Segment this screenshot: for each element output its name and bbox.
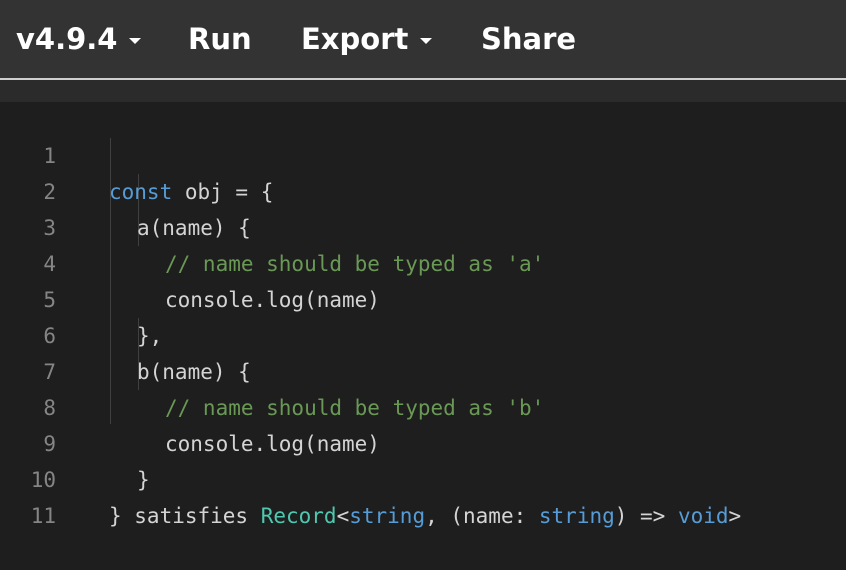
code-text: ) => [614,504,678,528]
code-text: , (name: [425,504,539,528]
type-keyword-token: void [677,504,729,528]
chevron-down-icon [420,38,433,44]
toolbar: v4.9.4 Run Export Share [0,0,846,80]
code-editor[interactable]: 1 const obj = { 2 a(name) { 3 // name sh… [0,102,846,528]
code-line-3: 3 // name should be typed as 'a' [0,174,846,276]
code-text: } satisfies [109,504,261,528]
code-line-4: 4 console.log(name) [0,210,846,312]
code-line-2: 2 a(name) { [0,138,846,240]
type-keyword-token: string [538,504,615,528]
version-label: v4.9.4 [16,22,118,56]
line-number: 11 [30,504,56,528]
code-line-8: 8 console.log(name) [0,354,846,456]
code-line-7: 7 // name should be typed as 'b' [0,318,846,420]
code-line-9: 9 } [0,390,846,492]
code-line-11: 11 [0,462,846,528]
editor-top-band [0,80,846,102]
export-label: Export [301,22,409,56]
run-label: Run [188,22,252,56]
code-text: > [728,504,742,528]
chevron-down-icon [129,38,142,44]
export-dropdown[interactable]: Export [301,0,433,78]
code-line-5: 5 }, [0,246,846,348]
code-line-10: 10 } satisfies Record<string, (name: str… [0,426,846,528]
share-button[interactable]: Share [481,0,576,78]
code-line-6: 6 b(name) { [0,282,846,384]
version-dropdown[interactable]: v4.9.4 [16,0,142,78]
code-line-1: 1 const obj = { [0,102,846,204]
run-button[interactable]: Run [188,0,252,78]
type-keyword-token: string [349,504,426,528]
type-token: Record [260,504,337,528]
code-text: < [336,504,350,528]
share-label: Share [481,22,577,56]
